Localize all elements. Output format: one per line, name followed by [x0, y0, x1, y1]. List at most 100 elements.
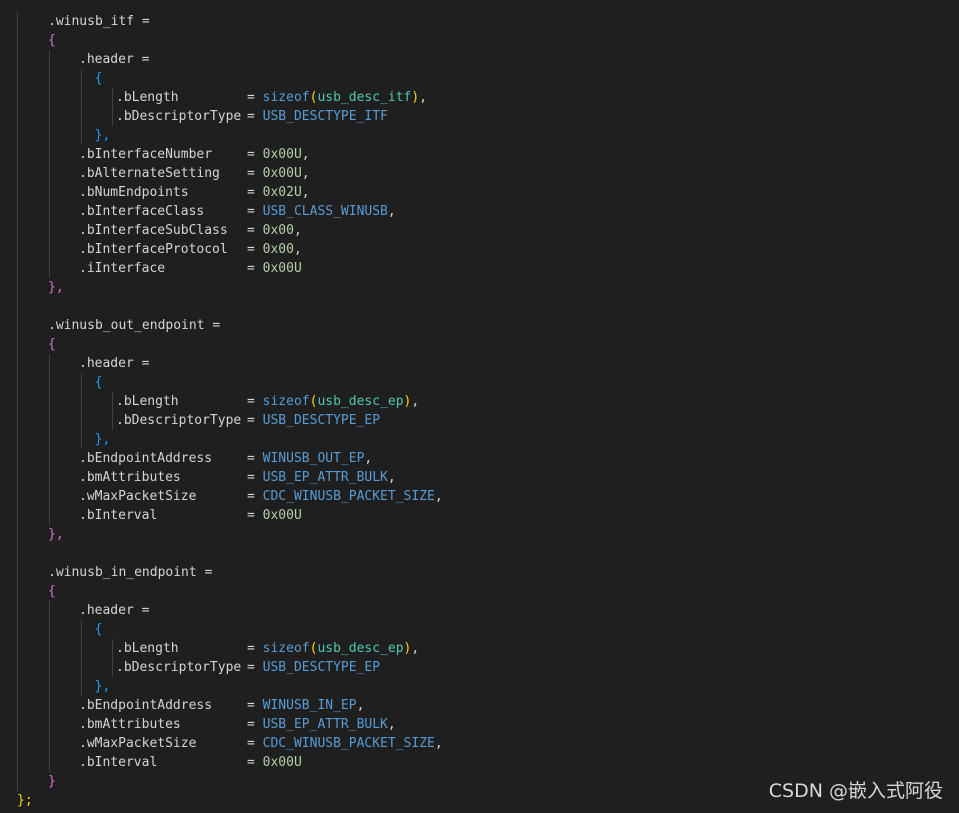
- punctuation: ,: [411, 641, 420, 656]
- separator: ,: [387, 717, 396, 732]
- field-value: = USB_CLASS_WINUSB,: [247, 202, 396, 221]
- assign-operator: =: [141, 356, 150, 371]
- punctuation: [255, 717, 263, 732]
- bdescriptortype-value: = USB_DESCTYPE_ITF: [247, 107, 388, 126]
- indent-guide: [17, 715, 18, 734]
- punctuation: [79, 622, 95, 637]
- field-name: .winusb_itf: [48, 14, 135, 29]
- field-key: .wMaxPacketSize: [79, 734, 196, 753]
- indent-guide: [49, 449, 50, 468]
- field-name: .bEndpointAddress: [79, 451, 213, 466]
- indent-guide: [17, 677, 18, 696]
- indent-guide: [17, 297, 18, 316]
- indent-guide: [17, 278, 18, 297]
- field-name: .iInterface: [79, 261, 166, 276]
- field-value: = USB_EP_ATTR_BULK,: [247, 468, 396, 487]
- header-name: .header =: [79, 50, 149, 69]
- field-key: .bmAttributes: [79, 468, 181, 487]
- field-key: .bEndpointAddress: [79, 696, 212, 715]
- indent-guide: [17, 202, 18, 221]
- field-name: .bDescriptorType: [116, 660, 242, 675]
- field-key: .bInterfaceSubClass: [79, 221, 228, 240]
- punctuation: [255, 166, 263, 181]
- indent-guide: [81, 639, 82, 658]
- assign-operator: =: [247, 90, 255, 105]
- assign-operator: =: [247, 451, 255, 466]
- sizeof-keyword: sizeof: [262, 90, 310, 105]
- field-name: .bDescriptorType: [116, 413, 242, 428]
- field-value: = 0x00,: [247, 221, 302, 240]
- type-name: usb_desc_itf: [317, 90, 412, 105]
- separator: ,: [301, 147, 310, 162]
- punctuation: [255, 489, 263, 504]
- assign-operator: =: [247, 185, 255, 200]
- header-close: },: [79, 430, 111, 449]
- field-name: .wMaxPacketSize: [79, 489, 197, 504]
- field-name: .bLength: [116, 394, 179, 409]
- constant: CDC_WINUSB_PACKET_SIZE: [262, 489, 435, 504]
- field-name: .bLength: [116, 90, 179, 105]
- punctuation: [79, 375, 95, 390]
- field-name: .winusb_in_endpoint: [48, 565, 197, 580]
- indent-guide: [17, 601, 18, 620]
- assign-operator: =: [204, 565, 213, 580]
- assign-operator: =: [247, 147, 255, 162]
- indent-guide: [49, 468, 50, 487]
- indent-guide: [112, 107, 113, 126]
- constant: USB_DESCTYPE_EP: [262, 660, 381, 675]
- punctuation: [255, 261, 263, 276]
- punctuation: [255, 755, 263, 770]
- brace: {: [94, 71, 103, 86]
- field-value: = CDC_WINUSB_PACKET_SIZE,: [247, 487, 443, 506]
- indent-guide: [81, 392, 82, 411]
- punctuation: [79, 71, 95, 86]
- indent-guide: [17, 620, 18, 639]
- indent-guide: [17, 734, 18, 753]
- field-name: .bInterfaceClass: [79, 204, 205, 219]
- type-name: usb_desc_ep: [317, 641, 404, 656]
- block-name: .winusb_itf =: [48, 12, 150, 31]
- constant: WINUSB_OUT_EP: [262, 451, 365, 466]
- indent-guide: [17, 696, 18, 715]
- indent-guide: [17, 164, 18, 183]
- assign-operator: =: [247, 470, 255, 485]
- separator: ,: [387, 470, 396, 485]
- punctuation: [255, 394, 263, 409]
- indent-guide: [17, 563, 18, 582]
- field-value: = 0x00U: [247, 506, 302, 525]
- header-open-brace: {: [79, 620, 103, 639]
- indent-guide: [17, 69, 18, 88]
- assign-operator: =: [247, 261, 255, 276]
- block-close: }: [48, 772, 56, 791]
- punctuation: [255, 508, 263, 523]
- punctuation: [255, 641, 263, 656]
- indent-guide: [17, 183, 18, 202]
- indent-guide: [49, 50, 50, 69]
- code-editor[interactable]: .winusb_itf = { .header = { .bLength = sizeo…: [0, 0, 959, 813]
- header-close: },: [79, 677, 111, 696]
- indent-guide: [17, 582, 18, 601]
- header-close: },: [79, 126, 111, 145]
- punctuation: [255, 736, 263, 751]
- separator: ,: [387, 204, 396, 219]
- constant: USB_EP_ATTR_BULK: [262, 717, 388, 732]
- indent-guide: [49, 411, 50, 430]
- bdescriptortype-value: = USB_DESCTYPE_EP: [247, 658, 380, 677]
- field-name: .header: [79, 52, 134, 67]
- indent-guide: [49, 696, 50, 715]
- punctuation: [255, 147, 263, 162]
- field-value: = 0x00U,: [247, 164, 310, 183]
- punctuation: [255, 90, 263, 105]
- assign-operator: =: [247, 698, 255, 713]
- punctuation: [134, 356, 142, 371]
- indent-guide: [17, 449, 18, 468]
- blength-key: .bLength: [116, 392, 179, 411]
- indent-guide: [49, 430, 50, 449]
- punctuation: [79, 679, 95, 694]
- punctuation: [255, 660, 263, 675]
- indent-guide: [49, 392, 50, 411]
- indent-guide: [49, 164, 50, 183]
- indent-guide: [17, 12, 18, 31]
- indent-guide: [49, 354, 50, 373]
- indent-guide: [49, 601, 50, 620]
